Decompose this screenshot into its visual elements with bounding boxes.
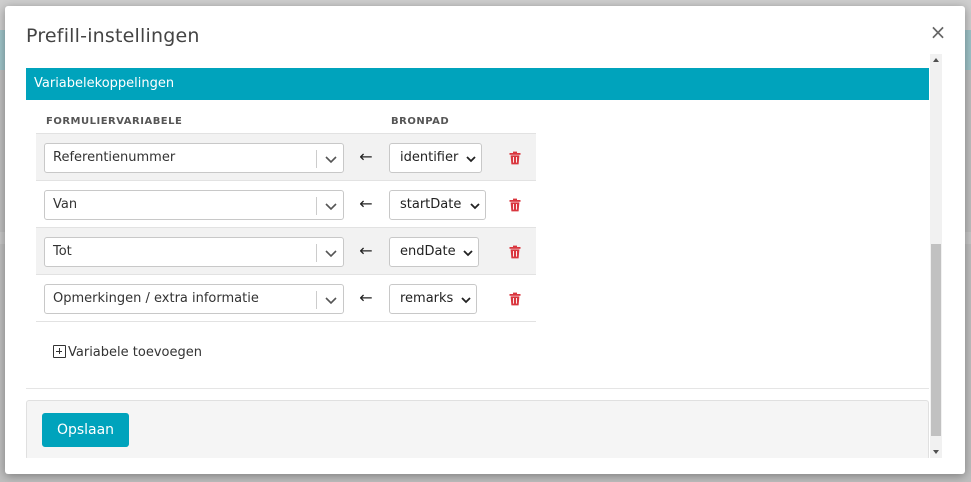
source-path-select[interactable]: startDate xyxy=(389,190,486,220)
save-button[interactable]: Opslaan xyxy=(42,413,129,447)
form-variable-select[interactable]: Tot xyxy=(44,237,344,267)
chevron-down-icon[interactable] xyxy=(321,149,341,169)
column-header-source-path: BRONPAD xyxy=(391,116,450,127)
chevron-down-icon[interactable] xyxy=(321,196,341,216)
form-variable-value: Opmerkingen / extra informatie xyxy=(53,291,259,306)
modal-title: Prefill-instellingen xyxy=(26,25,200,47)
trash-icon[interactable] xyxy=(508,245,522,259)
form-variable-value: Van xyxy=(53,197,78,212)
chevron-down-icon xyxy=(463,250,473,257)
add-variable-label: Variabele toevoegen xyxy=(68,345,202,360)
modal-footer: Opslaan xyxy=(26,400,929,458)
table-row: Referentienummer ← identifier xyxy=(36,134,536,181)
add-variable-button[interactable]: Variabele toevoegen xyxy=(53,345,202,360)
trash-icon[interactable] xyxy=(508,198,522,212)
select-separator xyxy=(316,150,317,168)
form-variable-value: Referentienummer xyxy=(53,150,176,165)
source-path-select[interactable]: remarks xyxy=(389,284,477,314)
trash-icon[interactable] xyxy=(508,151,522,165)
source-path-value: remarks xyxy=(400,291,454,306)
source-path-select[interactable]: endDate xyxy=(389,237,479,267)
source-path-value: identifier xyxy=(400,150,459,165)
form-variable-select[interactable]: Van xyxy=(44,190,344,220)
table-header: FORMULIERVARIABELE BRONPAD xyxy=(36,110,536,134)
trash-icon[interactable] xyxy=(508,292,522,306)
source-path-value: startDate xyxy=(400,197,462,212)
select-separator xyxy=(316,197,317,215)
source-path-value: endDate xyxy=(400,244,456,259)
table-row: Tot ← endDate xyxy=(36,228,536,275)
arrow-left-icon: ← xyxy=(359,288,373,307)
chevron-down-icon xyxy=(466,156,476,163)
chevron-down-icon[interactable] xyxy=(321,290,341,310)
chevron-down-icon xyxy=(470,203,480,210)
close-icon[interactable]: × xyxy=(926,20,950,44)
scrollbar-thumb[interactable] xyxy=(931,244,941,436)
plus-square-icon xyxy=(53,345,66,358)
chevron-down-icon[interactable] xyxy=(321,243,341,263)
arrow-left-icon: ← xyxy=(359,194,373,213)
table-row: Opmerkingen / extra informatie ← remarks xyxy=(36,275,536,322)
select-separator xyxy=(316,244,317,262)
source-path-select[interactable]: identifier xyxy=(389,143,482,173)
variable-mapping-table: FORMULIERVARIABELE BRONPAD Referentienum… xyxy=(36,110,536,322)
modal-scrollbar[interactable] xyxy=(930,54,942,458)
divider xyxy=(26,388,929,389)
scroll-down-arrow-icon[interactable] xyxy=(930,446,942,458)
scroll-up-arrow-icon[interactable] xyxy=(930,54,942,66)
select-separator xyxy=(316,291,317,309)
form-variable-select[interactable]: Referentienummer xyxy=(44,143,344,173)
form-variable-value: Tot xyxy=(53,244,72,259)
form-variable-select[interactable]: Opmerkingen / extra informatie xyxy=(44,284,344,314)
arrow-left-icon: ← xyxy=(359,241,373,260)
chevron-down-icon xyxy=(461,297,471,304)
modal-body: Variabelekoppelingen FORMULIERVARIABELE … xyxy=(26,54,944,458)
table-row: Van ← startDate xyxy=(36,181,536,228)
prefill-settings-modal: Prefill-instellingen × Variabelekoppelin… xyxy=(5,6,965,474)
section-header: Variabelekoppelingen xyxy=(26,68,929,100)
column-header-form-variable: FORMULIERVARIABELE xyxy=(46,116,183,127)
arrow-left-icon: ← xyxy=(359,147,373,166)
